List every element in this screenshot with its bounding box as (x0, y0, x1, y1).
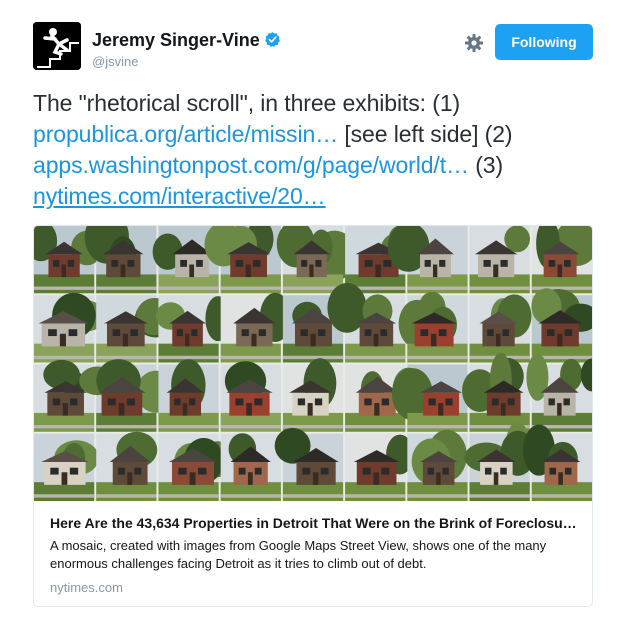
mosaic-tile (96, 431, 158, 501)
mosaic-tile (531, 226, 592, 294)
tweet: Jeremy Singer-Vine @jsvine Following The… (0, 0, 624, 624)
tweet-link-washingtonpost[interactable]: apps.washingtonpost.com/g/page/world/t… (33, 152, 469, 178)
card-domain: nytimes.com (50, 580, 123, 595)
tweet-text-part1: The "rhetorical scroll", in three exhibi… (33, 90, 461, 116)
tweet-text-part2: [see left side] (2) (338, 121, 513, 147)
mosaic-tile (34, 433, 99, 501)
mosaic-tile (469, 294, 532, 363)
user-name[interactable]: Jeremy Singer-Vine (92, 30, 281, 51)
tweet-link-nytimes[interactable]: nytimes.com/interactive/20… (33, 183, 326, 209)
mosaic-tile (345, 433, 414, 501)
mosaic-tile (34, 292, 105, 363)
mosaic-tile (469, 226, 530, 294)
mosaic-tile (220, 433, 281, 501)
mosaic-tile (220, 361, 281, 432)
mosaic-tile (220, 292, 291, 363)
avatar[interactable] (33, 22, 81, 70)
mosaic-tile (526, 353, 592, 432)
mosaic-tile (522, 424, 592, 501)
tweet-text-part3: (3) (468, 152, 504, 178)
mosaic-tile (407, 429, 468, 501)
house-mosaic-image (34, 226, 592, 501)
mosaic-tile (531, 288, 592, 363)
tweet-link-propublica[interactable]: propublica.org/article/missin… (33, 121, 338, 147)
mosaic-tile (274, 427, 344, 501)
mosaic-tile (158, 359, 219, 432)
following-button[interactable]: Following (495, 24, 593, 60)
card-description: A mosaic, created with images from Googl… (50, 538, 547, 571)
verified-badge-icon (264, 32, 280, 48)
avatar-figure-icon (33, 22, 81, 70)
tweet-text: The "rhetorical scroll", in three exhibi… (33, 88, 603, 212)
link-card[interactable]: Here Are the 43,634 Properties in Detroi… (33, 225, 593, 607)
card-body: Here Are the 43,634 Properties in Detroi… (50, 513, 580, 595)
card-image-mosaic[interactable] (34, 226, 592, 501)
gear-icon[interactable] (464, 33, 484, 53)
user-name-text[interactable]: Jeremy Singer-Vine (92, 30, 260, 50)
mosaic-tile (462, 352, 530, 432)
mosaic-tile (398, 291, 468, 363)
user-handle[interactable]: @jsvine (92, 54, 138, 69)
mosaic-tile (282, 358, 344, 432)
card-title[interactable]: Here Are the 43,634 Properties in Detroi… (50, 513, 580, 533)
